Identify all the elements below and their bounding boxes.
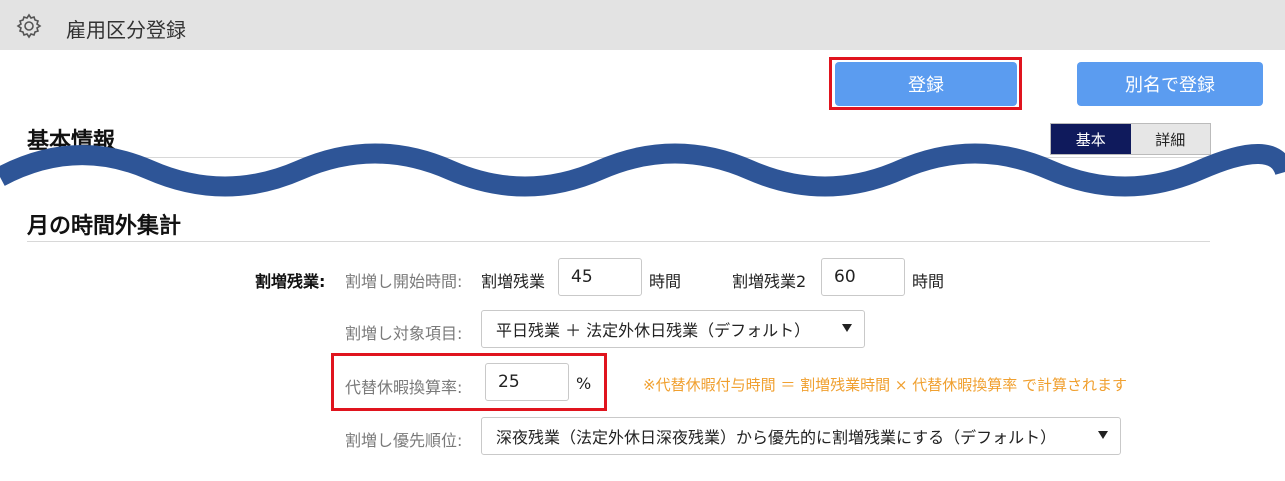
page-title: 雇用区分登録 xyxy=(66,18,186,42)
substitute-rate-input[interactable]: 25 xyxy=(485,363,569,401)
gear-icon xyxy=(16,13,42,39)
page-header: 雇用区分登録 xyxy=(0,0,1285,50)
target-items-select[interactable]: 平日残業 ＋ 法定外休日残業（デフォルト） xyxy=(481,310,865,348)
substitute-rate-unit: % xyxy=(576,374,592,393)
dropdown-arrow-icon xyxy=(1098,431,1108,439)
priority-value: 深夜残業（法定外休日深夜残業）から優先的に割増残業にする（デフォルト） xyxy=(496,428,1057,447)
priority-select[interactable]: 深夜残業（法定外休日深夜残業）から優先的に割増残業にする（デフォルト） xyxy=(481,417,1121,455)
overtime-label: 割増残業: xyxy=(255,272,326,291)
tier1-unit: 時間 xyxy=(649,272,682,291)
tier1-hours-input[interactable]: 45 xyxy=(558,258,642,296)
target-items-label: 割増し対象項目: xyxy=(345,324,463,343)
substitute-rate-label: 代替休暇換算率: xyxy=(345,378,463,397)
priority-label: 割増し優先順位: xyxy=(345,431,463,450)
divider xyxy=(27,241,1210,242)
tier2-hours-input[interactable]: 60 xyxy=(821,258,905,296)
substitute-rate-note: ※代替休暇付与時間 ＝ 割増残業時間 × 代替休暇換算率 で計算されます xyxy=(643,376,1127,394)
tier1-label: 割増残業 xyxy=(481,272,546,291)
section-title-monthly-overtime: 月の時間外集計 xyxy=(27,214,182,239)
register-alias-button[interactable]: 別名で登録 xyxy=(1077,62,1263,106)
wave-separator xyxy=(0,143,1285,197)
tier2-label: 割増残業2 xyxy=(732,272,807,291)
dropdown-arrow-icon xyxy=(842,324,852,332)
target-items-value: 平日残業 ＋ 法定外休日残業（デフォルト） xyxy=(496,321,811,340)
start-time-label: 割増し開始時間: xyxy=(345,272,463,291)
register-button[interactable]: 登録 xyxy=(835,62,1017,106)
tier2-unit: 時間 xyxy=(912,272,945,291)
